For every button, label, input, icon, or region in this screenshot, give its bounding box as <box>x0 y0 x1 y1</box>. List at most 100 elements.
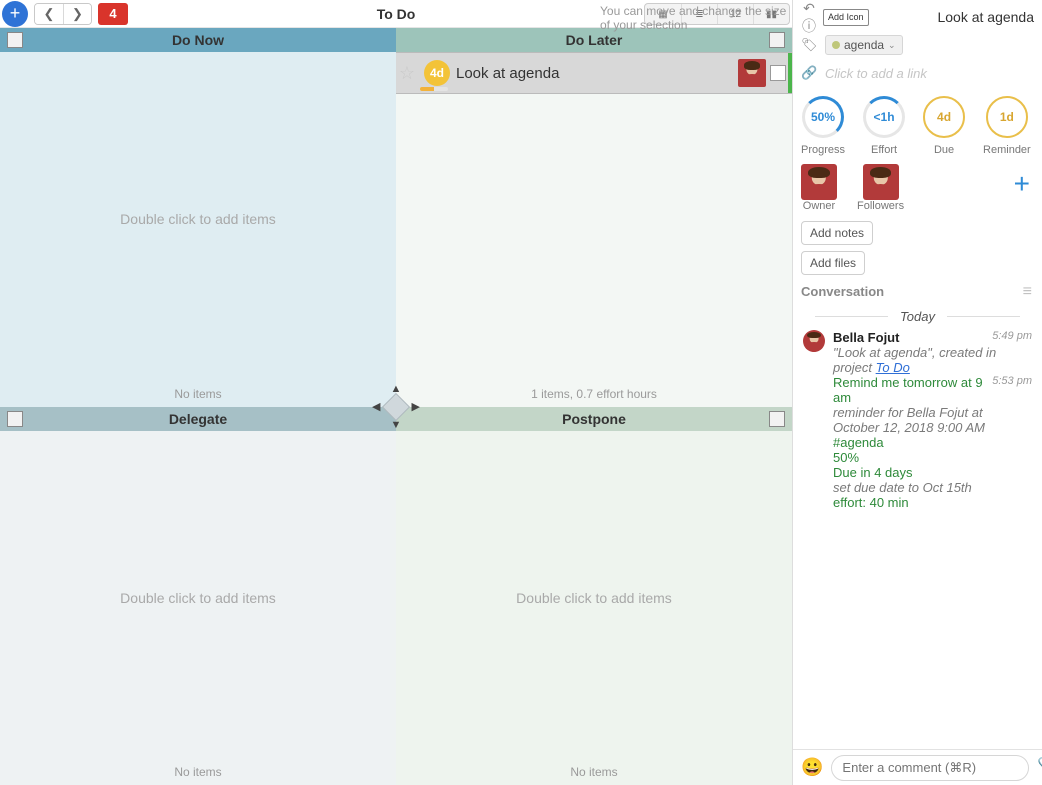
add-link-input[interactable]: Click to add a link <box>825 66 927 81</box>
emoji-icon[interactable]: 😀 <box>801 757 823 778</box>
due-chip: 4d <box>424 60 450 86</box>
hamburger-icon[interactable]: ≡ <box>1023 283 1032 301</box>
reminder-ring: 1d <box>986 96 1028 138</box>
comment-composer: 😀 📎 <box>793 749 1042 785</box>
conversation-label: Conversation <box>801 284 884 299</box>
link-icon: 🔗 <box>801 65 817 81</box>
metric-label: Due <box>934 144 954 156</box>
detail-pane: ↶ ⓘ Add Icon Look at agenda 🏷 agenda ⌄ 🔗… <box>792 0 1042 785</box>
star-icon[interactable]: ☆ <box>396 63 418 84</box>
message-line: Due in 4 days <box>833 465 1032 480</box>
quadrant-header: Do Later <box>396 28 792 52</box>
metric-due[interactable]: 4d Due <box>923 96 965 156</box>
quadrant-footer: No items <box>0 765 396 785</box>
message-avatar[interactable] <box>803 330 825 352</box>
empty-placeholder[interactable]: Double click to add items <box>0 52 396 387</box>
tag-label: agenda <box>844 38 884 52</box>
due-ring: 4d <box>923 96 965 138</box>
quadrant-footer: No items <box>396 765 792 785</box>
empty-placeholder[interactable]: Double click to add items <box>0 431 396 766</box>
quadrant-postpone[interactable]: Postpone Double click to add items No it… <box>396 407 792 785</box>
message-time: 5:53 pm <box>992 375 1032 387</box>
view-list-icon[interactable]: ≣ <box>681 4 717 24</box>
task-complete-checkbox[interactable] <box>770 65 786 81</box>
conversation-message: 5:49 pm Bella Fojut "Look at agenda", cr… <box>803 330 1032 510</box>
quadrant-title: Postpone <box>396 411 792 427</box>
add-person-button[interactable]: + <box>1014 168 1030 200</box>
quadrant-title: Do Later <box>396 32 792 48</box>
chevron-down-icon[interactable]: ⌄ <box>888 40 896 51</box>
nav-back-button[interactable]: ❮ <box>35 4 63 24</box>
people-row: Owner Followers + <box>801 160 1034 218</box>
add-icon-button[interactable]: Add Icon <box>823 9 869 26</box>
conversation-header: Conversation ≡ <box>801 278 1034 305</box>
quadrant-do-now[interactable]: Do Now Double click to add items No item… <box>0 28 396 407</box>
nav-history: ❮ ❯ <box>34 3 92 25</box>
owner-avatar[interactable] <box>801 164 837 200</box>
date-divider: Today <box>803 309 1032 324</box>
assignee-avatar[interactable] <box>738 59 766 87</box>
view-calendar-icon[interactable]: 12 <box>717 4 753 24</box>
followers-label: Followers <box>857 200 904 212</box>
progress-ring: 50% <box>802 96 844 138</box>
tag-chip[interactable]: agenda ⌄ <box>825 35 903 55</box>
add-notes-button[interactable]: Add notes <box>801 221 873 245</box>
message-time: 5:49 pm <box>992 330 1032 342</box>
info-icon[interactable]: ⓘ <box>801 18 817 34</box>
add-files-button[interactable]: Add files <box>801 251 865 275</box>
followers[interactable]: Followers <box>857 164 904 212</box>
task-row[interactable]: ☆ 4d Look at agenda <box>396 52 792 94</box>
quadrant-select-checkbox[interactable] <box>769 411 785 427</box>
quadrant-select-checkbox[interactable] <box>7 32 23 48</box>
message-line: "Look at agenda", created in project To … <box>833 345 1032 375</box>
metric-label: Progress <box>801 144 845 156</box>
quadrant-header: Delegate <box>0 407 396 431</box>
view-switcher[interactable]: ▦ ≣ 12 ▮▮ <box>644 3 790 25</box>
notification-count-badge[interactable]: 4 <box>98 3 128 25</box>
nav-forward-button[interactable]: ❯ <box>63 4 91 24</box>
tag-icon: 🏷 <box>801 37 817 53</box>
quadrant-title: Do Now <box>0 32 396 48</box>
view-grid-icon[interactable]: ▦ <box>645 4 681 24</box>
project-link[interactable]: To Do <box>876 360 910 375</box>
metric-effort[interactable]: <1h Effort <box>863 96 905 156</box>
view-chart-icon[interactable]: ▮▮ <box>753 4 789 24</box>
grid-resize-handle[interactable]: ◀▶▲▼ <box>378 389 414 425</box>
message-line: Remind me tomorrow at 9 am <box>833 375 983 405</box>
quadrant-header: Do Now <box>0 28 396 52</box>
empty-placeholder[interactable] <box>396 94 792 387</box>
mini-progress-bar <box>420 87 448 91</box>
quadrant-header: Postpone <box>396 407 792 431</box>
quadrant-delegate[interactable]: Delegate Double click to add items No it… <box>0 407 396 785</box>
message-author: Bella Fojut <box>833 330 899 345</box>
metrics-row: 50% Progress <1h Effort 4d Due 1d Remind… <box>801 86 1034 160</box>
metric-reminder[interactable]: 1d Reminder <box>983 96 1031 156</box>
message-line: set due date to Oct 15th <box>833 480 1032 495</box>
tag-color-dot <box>832 41 840 49</box>
comment-input[interactable] <box>831 755 1029 781</box>
toolbar: + ❮ ❯ 4 To Do You can move and change th… <box>0 0 792 28</box>
quadrant-select-checkbox[interactable] <box>769 32 785 48</box>
follower-avatar[interactable] <box>863 164 899 200</box>
add-button[interactable]: + <box>2 1 28 27</box>
undo-icon[interactable]: ↶ <box>801 0 817 16</box>
empty-placeholder[interactable]: Double click to add items <box>396 431 792 766</box>
metric-label: Reminder <box>983 144 1031 156</box>
detail-title[interactable]: Look at agenda <box>875 9 1034 25</box>
task-label: Look at agenda <box>456 65 738 82</box>
message-line: reminder for Bella Fojut at October 12, … <box>833 405 1032 435</box>
quadrant-footer: No items <box>0 387 396 407</box>
effort-ring: <1h <box>863 96 905 138</box>
attachment-icon[interactable]: 📎 <box>1037 757 1042 778</box>
owner-label: Owner <box>803 200 835 212</box>
quadrant-select-checkbox[interactable] <box>7 411 23 427</box>
quadrant-title: Delegate <box>0 411 396 427</box>
metric-label: Effort <box>871 144 897 156</box>
quadrant-footer: 1 items, 0.7 effort hours <box>396 387 792 407</box>
owner[interactable]: Owner <box>801 164 837 212</box>
message-line: effort: 40 min <box>833 495 1032 510</box>
message-line: 50% <box>833 450 1032 465</box>
quadrant-do-later[interactable]: Do Later ☆ 4d Look at agenda 1 items, 0.… <box>396 28 792 407</box>
eisenhower-grid: Do Now Double click to add items No item… <box>0 28 792 785</box>
metric-progress[interactable]: 50% Progress <box>801 96 845 156</box>
